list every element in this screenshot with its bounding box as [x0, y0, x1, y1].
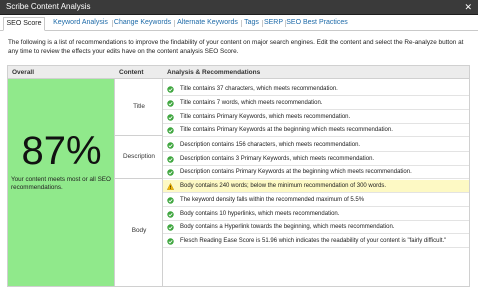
check-icon [167, 114, 174, 121]
check-icon [167, 100, 174, 107]
recommendation-text: Title contains 37 characters, which meet… [180, 86, 338, 92]
recommendation-row: The keyword density falls within the rec… [163, 194, 469, 207]
tab-seo-best-practices[interactable]: SEO Best Practices [286, 17, 348, 31]
recommendation-row: Title contains 37 characters, which meet… [163, 83, 469, 96]
window-title: Scribe Content Analysis [6, 2, 91, 11]
check-icon [167, 86, 174, 93]
window-titlebar: Scribe Content Analysis ✕ [0, 0, 478, 15]
recommendation-text: The keyword density falls within the rec… [180, 197, 365, 203]
check-icon [167, 127, 174, 134]
recommendation-row: Description contains 3 Primary Keywords,… [163, 153, 469, 166]
recommendation-text: Title contains Primary Keywords, which m… [180, 114, 351, 120]
recommendation-row: Body contains a Hyperlink towards the be… [163, 221, 469, 234]
intro-text: The following is a list of recommendatio… [8, 39, 464, 55]
recommendation-text: Description contains Primary Keywords at… [180, 169, 412, 175]
table-header: Overall Content Analysis & Recommendatio… [8, 66, 469, 79]
recommendation-row: Title contains Primary Keywords, which m… [163, 111, 469, 124]
header-analysis: Analysis & Recommendations [167, 69, 261, 76]
check-icon [167, 238, 174, 245]
content-group-description: Description [115, 136, 163, 179]
check-icon [167, 156, 174, 163]
content-group-label: Title [133, 103, 145, 110]
overall-score-panel: 87% Your content meets most or all SEO r… [8, 79, 115, 286]
check-icon [167, 142, 174, 149]
recommendation-row: Description contains 156 characters, whi… [163, 139, 469, 152]
analysis-table: Overall Content Analysis & Recommendatio… [7, 65, 470, 287]
content-group-label: Description [123, 153, 155, 160]
content-group-body: Body [115, 179, 163, 286]
recommendation-row: Description contains Primary Keywords at… [163, 166, 469, 179]
recommendation-row: Body contains 240 words; below the minim… [163, 180, 469, 193]
check-icon [167, 211, 174, 218]
header-overall: Overall [12, 69, 35, 76]
recommendation-text: Description contains 3 Primary Keywords,… [180, 156, 375, 162]
header-content: Content [119, 69, 144, 76]
recommendation-text: Description contains 156 characters, whi… [180, 142, 361, 148]
recommendation-row: Flesch Reading Ease Score is 51.96 which… [163, 235, 469, 248]
check-icon [167, 224, 174, 231]
check-icon [167, 197, 174, 204]
tab-serp[interactable]: SERP [263, 17, 284, 31]
recommendation-text: Body contains 10 hyperlinks, which meets… [180, 211, 340, 217]
recommendation-row: Title contains Primary Keywords at the b… [163, 124, 469, 137]
tab-bar: SEO Score Keyword Analysis Change Keywor… [0, 15, 478, 31]
warning-icon [167, 183, 174, 190]
recommendation-text: Body contains a Hyperlink towards the be… [180, 224, 395, 230]
check-icon [167, 169, 174, 176]
recommendation-text: Title contains Primary Keywords at the b… [180, 127, 393, 133]
close-icon[interactable]: ✕ [464, 1, 472, 13]
content-group-label: Body [131, 227, 147, 234]
tab-tags[interactable]: Tags [242, 17, 261, 31]
recommendation-text: Body contains 240 words; below the minim… [180, 183, 387, 189]
tab-seo-score[interactable]: SEO Score [3, 17, 45, 31]
recommendation-text: Flesch Reading Ease Score is 51.96 which… [180, 238, 447, 244]
content-group-title: Title [115, 79, 163, 136]
tab-keyword-analysis[interactable]: Keyword Analysis [50, 17, 111, 31]
recommendation-row: Body contains 10 hyperlinks, which meets… [163, 208, 469, 221]
tab-change-keywords[interactable]: Change Keywords [113, 17, 172, 31]
overall-message: Your content meets most or all SEO recom… [11, 176, 111, 191]
tab-alternate-keywords[interactable]: Alternate Keywords [175, 17, 240, 31]
recommendation-text: Title contains 7 words, which meets reco… [180, 100, 323, 106]
overall-score: 87% [21, 129, 102, 173]
recommendation-row: Title contains 7 words, which meets reco… [163, 97, 469, 110]
